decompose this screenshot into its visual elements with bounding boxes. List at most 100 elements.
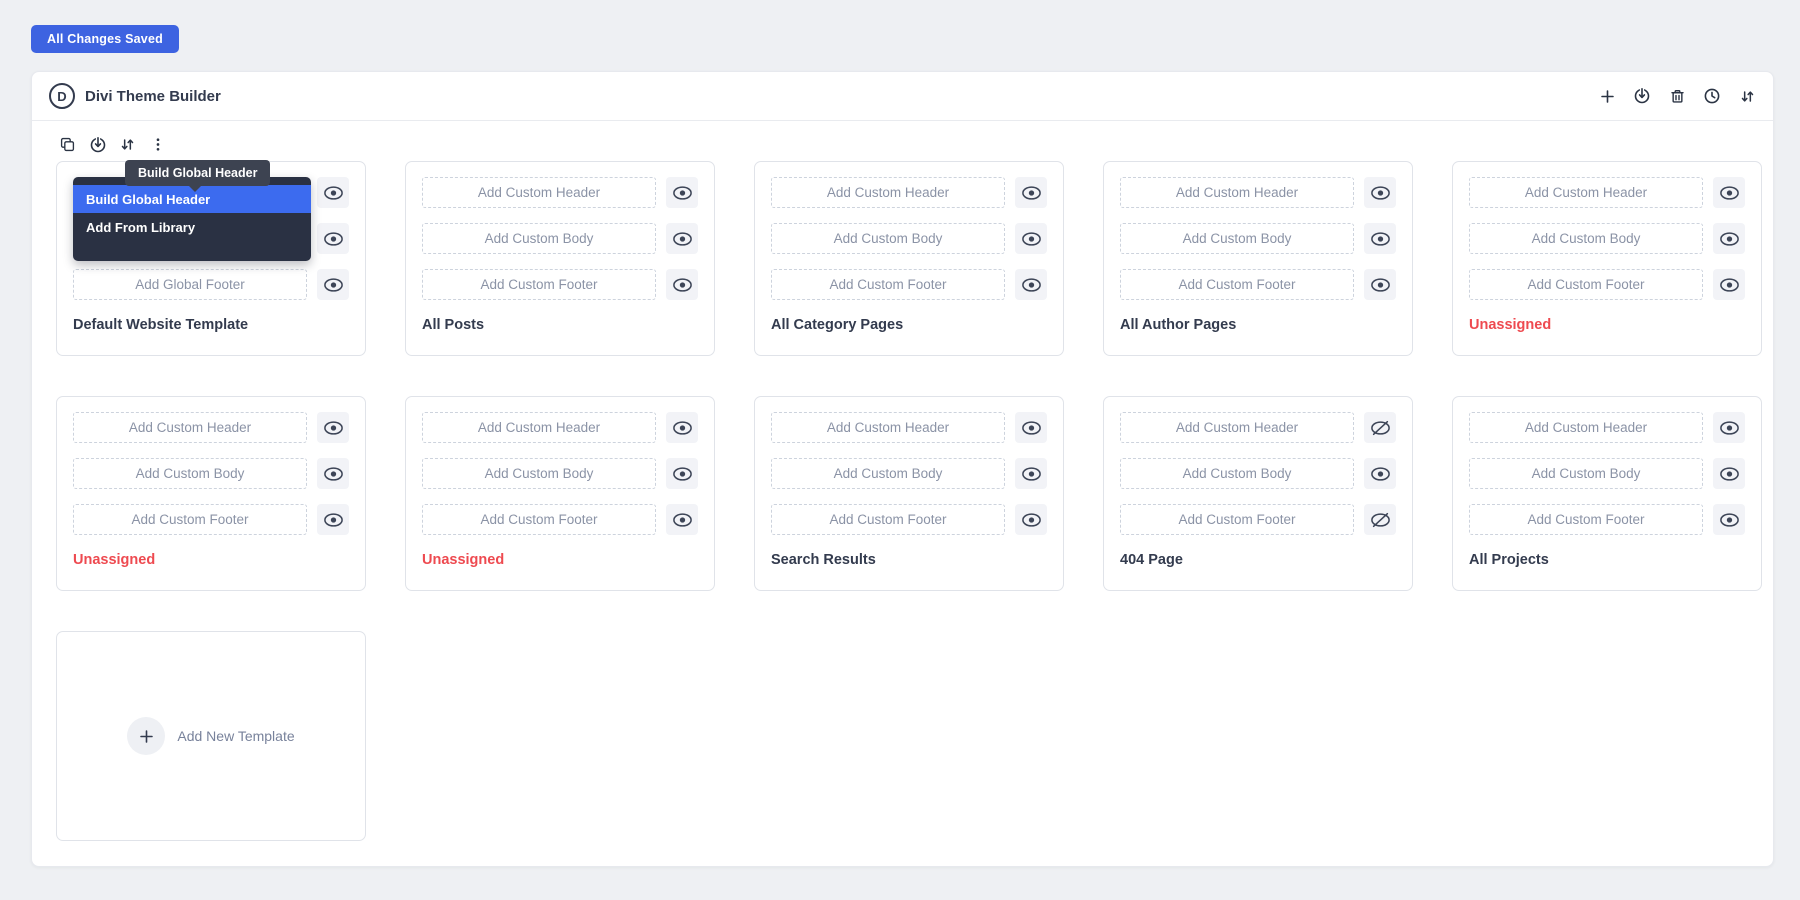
add-header-button[interactable]: Add Custom Header bbox=[1469, 177, 1703, 208]
add-footer-button[interactable]: Add Custom Footer bbox=[1120, 269, 1354, 300]
template-row-footer: Add Custom Footer bbox=[771, 269, 1047, 300]
visibility-toggle-button[interactable] bbox=[1015, 223, 1047, 254]
visibility-toggle-button[interactable] bbox=[1713, 458, 1745, 489]
visibility-toggle-button[interactable] bbox=[666, 177, 698, 208]
template-row-header: Add Custom Header bbox=[771, 412, 1047, 443]
template-card: Add Custom Header Add Custom Body Add Cust… bbox=[405, 396, 715, 591]
eye-icon bbox=[1021, 277, 1042, 293]
visibility-toggle-button[interactable] bbox=[1364, 504, 1396, 535]
visibility-toggle-button[interactable] bbox=[1364, 223, 1396, 254]
add-body-button[interactable]: Add Custom Body bbox=[1469, 223, 1703, 254]
template-title: Unassigned bbox=[73, 552, 156, 568]
add-body-button[interactable]: Add Custom Body bbox=[771, 223, 1005, 254]
add-footer-button[interactable]: Add Custom Footer bbox=[422, 504, 656, 535]
add-header-button[interactable]: Add Custom Header bbox=[771, 177, 1005, 208]
add-header-button[interactable]: Add Custom Header bbox=[1120, 177, 1354, 208]
visibility-toggle-button[interactable] bbox=[1713, 412, 1745, 443]
portability-icon bbox=[89, 135, 107, 154]
template-title: Default Website Template bbox=[73, 317, 249, 333]
template-row-body: Add Custom Body bbox=[422, 223, 698, 254]
portability-button[interactable] bbox=[89, 135, 107, 154]
template-row-header: Add Custom Header bbox=[771, 177, 1047, 208]
visibility-toggle-button[interactable] bbox=[317, 458, 349, 489]
visibility-toggle-button[interactable] bbox=[1713, 177, 1745, 208]
template-card: Add Custom Header Add Custom Body Add Cust… bbox=[1452, 396, 1762, 591]
visibility-toggle-button[interactable] bbox=[666, 269, 698, 300]
visibility-toggle-button[interactable] bbox=[317, 504, 349, 535]
add-footer-button[interactable]: Add Custom Footer bbox=[1469, 504, 1703, 535]
visibility-toggle-button[interactable] bbox=[317, 177, 349, 208]
add-body-button[interactable]: Add Custom Body bbox=[1120, 223, 1354, 254]
add-header-button[interactable]: Add Custom Header bbox=[422, 177, 656, 208]
template-row-footer: Add Custom Footer bbox=[1469, 269, 1745, 300]
visibility-toggle-button[interactable] bbox=[1364, 177, 1396, 208]
eye-icon bbox=[1719, 185, 1740, 201]
visibility-toggle-button[interactable] bbox=[1015, 177, 1047, 208]
add-body-button[interactable]: Add Custom Body bbox=[422, 458, 656, 489]
eye-icon bbox=[323, 231, 344, 247]
portability-button[interactable] bbox=[1633, 87, 1651, 105]
visibility-toggle-button[interactable] bbox=[1364, 458, 1396, 489]
add-footer-button[interactable]: Add Global Footer bbox=[73, 269, 307, 300]
add-from-library-menu-item[interactable]: Add From Library bbox=[73, 213, 311, 241]
eye-icon bbox=[1719, 231, 1740, 247]
add-body-button[interactable]: Add Custom Body bbox=[1469, 458, 1703, 489]
visibility-toggle-button[interactable] bbox=[1015, 504, 1047, 535]
plus-icon bbox=[138, 728, 155, 745]
add-footer-button[interactable]: Add Custom Footer bbox=[1469, 269, 1703, 300]
add-footer-button[interactable]: Add Custom Footer bbox=[1120, 504, 1354, 535]
eye-icon bbox=[672, 277, 693, 293]
visibility-toggle-button[interactable] bbox=[666, 458, 698, 489]
visibility-toggle-button[interactable] bbox=[1713, 269, 1745, 300]
add-footer-button[interactable]: Add Custom Footer bbox=[73, 504, 307, 535]
eye-icon bbox=[1370, 231, 1391, 247]
visibility-toggle-button[interactable] bbox=[317, 412, 349, 443]
add-body-button[interactable]: Add Custom Body bbox=[771, 458, 1005, 489]
eye-icon bbox=[672, 231, 693, 247]
add-footer-button[interactable]: Add Custom Footer bbox=[771, 269, 1005, 300]
visibility-toggle-button[interactable] bbox=[1713, 223, 1745, 254]
eye-icon bbox=[672, 420, 693, 436]
template-row-header: Add Custom Header bbox=[1469, 412, 1745, 443]
sort-button[interactable] bbox=[119, 136, 136, 153]
add-body-button[interactable]: Add Custom Body bbox=[422, 223, 656, 254]
visibility-toggle-button[interactable] bbox=[317, 223, 349, 254]
visibility-toggle-button[interactable] bbox=[1364, 269, 1396, 300]
eye-icon bbox=[1719, 512, 1740, 528]
add-footer-button[interactable]: Add Custom Footer bbox=[771, 504, 1005, 535]
new-template-button[interactable] bbox=[1598, 87, 1616, 105]
add-header-button[interactable]: Add Custom Header bbox=[1469, 412, 1703, 443]
visibility-toggle-button[interactable] bbox=[666, 223, 698, 254]
visibility-toggle-button[interactable] bbox=[1015, 458, 1047, 489]
more-options-button[interactable] bbox=[149, 136, 166, 153]
template-card-rows: Add Custom Header Add Custom Body Add Cust… bbox=[771, 412, 1047, 535]
add-new-template-card[interactable]: Add New Template bbox=[56, 631, 366, 841]
visibility-toggle-button[interactable] bbox=[1015, 412, 1047, 443]
add-header-button[interactable]: Add Custom Header bbox=[422, 412, 656, 443]
visibility-toggle-button[interactable] bbox=[1015, 269, 1047, 300]
visibility-toggle-button[interactable] bbox=[317, 269, 349, 300]
template-row-body: Add Custom Body bbox=[73, 458, 349, 489]
add-footer-button[interactable]: Add Custom Footer bbox=[422, 269, 656, 300]
theme-builder-panel: D Divi Theme Builder Add Global Footer D… bbox=[31, 71, 1774, 867]
duplicate-button[interactable] bbox=[59, 136, 76, 153]
template-row-footer: Add Custom Footer bbox=[422, 269, 698, 300]
sort-button[interactable] bbox=[1738, 87, 1756, 105]
template-title: Unassigned bbox=[1469, 317, 1552, 333]
eye-icon bbox=[1021, 231, 1042, 247]
history-button[interactable] bbox=[1703, 87, 1721, 105]
eye-off-icon bbox=[1370, 420, 1391, 436]
add-header-button[interactable]: Add Custom Header bbox=[1120, 412, 1354, 443]
visibility-toggle-button[interactable] bbox=[666, 504, 698, 535]
template-card: Add Custom Header Add Custom Body Add Cust… bbox=[1452, 161, 1762, 356]
add-header-button[interactable]: Add Custom Header bbox=[73, 412, 307, 443]
add-body-button[interactable]: Add Custom Body bbox=[73, 458, 307, 489]
visibility-toggle-button[interactable] bbox=[1364, 412, 1396, 443]
add-header-button[interactable]: Add Custom Header bbox=[771, 412, 1005, 443]
save-status-badge: All Changes Saved bbox=[31, 25, 179, 53]
page-title: Divi Theme Builder bbox=[85, 87, 221, 105]
visibility-toggle-button[interactable] bbox=[1713, 504, 1745, 535]
delete-button[interactable] bbox=[1668, 87, 1686, 105]
add-body-button[interactable]: Add Custom Body bbox=[1120, 458, 1354, 489]
visibility-toggle-button[interactable] bbox=[666, 412, 698, 443]
